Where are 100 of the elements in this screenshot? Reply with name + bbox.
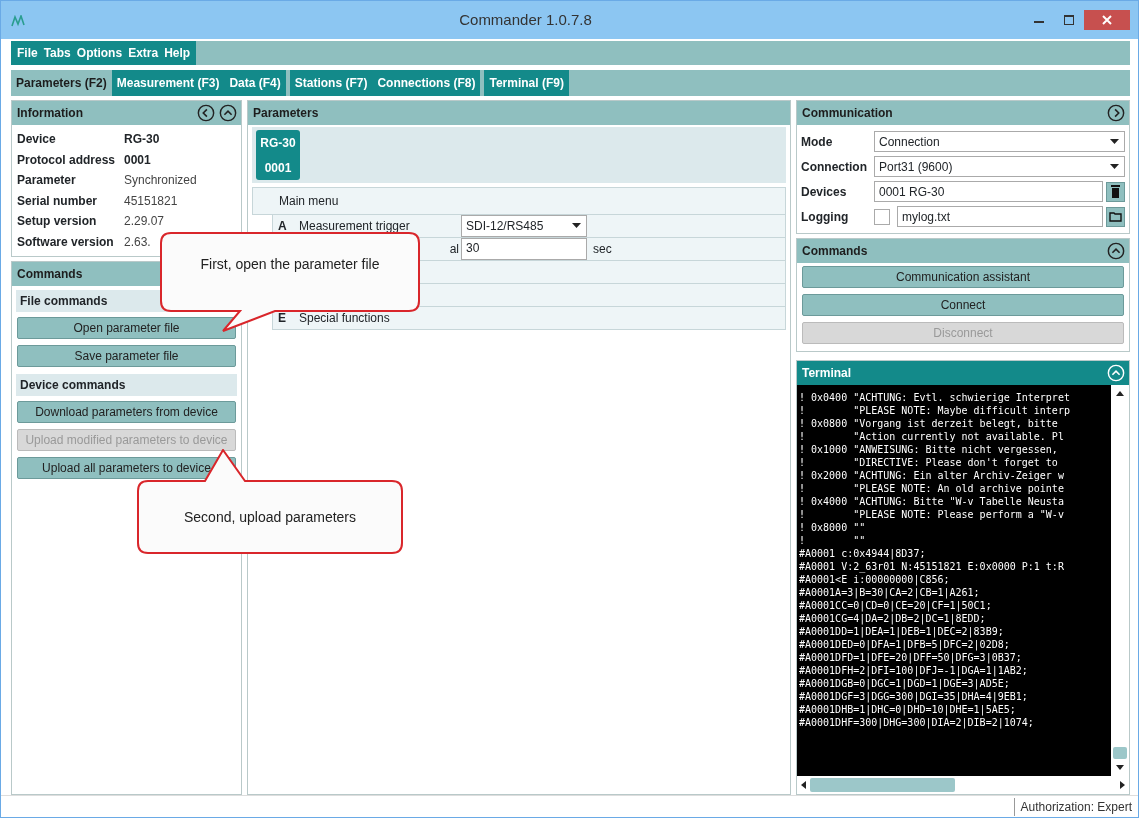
text-field[interactable]: mylog.txt [897, 206, 1103, 227]
menu-item[interactable]: Tabs [43, 44, 71, 62]
callout-text: First, open the parameter file [199, 255, 381, 274]
unit-label: sec [592, 241, 612, 258]
info-label: Parameter [17, 172, 77, 189]
tab[interactable]: Data (F4) [224, 70, 286, 96]
terminal-line: ! "PLEASE NOTE: An old archive pointe [799, 482, 1065, 495]
dropdown-field[interactable]: Port31 (9600) [874, 156, 1125, 177]
dropdown-arrow-icon[interactable] [1110, 138, 1119, 145]
terminal-line: ! 0x2000 "ACHTUNG: Ein alter Archiv-Zeiger w [799, 469, 1065, 482]
input-field[interactable]: 30 [461, 238, 587, 260]
terminal-line: ! 0x1000 "ANWEISUNG: Bitte nicht vergessen, [799, 443, 1059, 456]
terminal-line: #A0001 c:0x4944|8D37; [799, 547, 927, 560]
terminal-line: #A0001CC=0|CD=0|CE=20|CF=1|50C1; [799, 599, 993, 612]
scroll-left-arrow-icon[interactable] [801, 781, 806, 789]
command-button[interactable]: Save parameter file [17, 345, 236, 367]
panel-title: Commands [802, 243, 868, 260]
scrollbar-thumb[interactable] [1113, 747, 1127, 759]
command-button[interactable]: Connect [802, 294, 1124, 316]
checkbox[interactable] [874, 208, 890, 225]
info-label: Setup version [17, 213, 98, 230]
collapse-up-icon[interactable] [219, 104, 237, 122]
close-button[interactable] [1084, 10, 1130, 30]
delete-button[interactable] [1106, 181, 1125, 202]
info-label: Device [17, 131, 57, 148]
panel-title: Parameters [253, 105, 319, 122]
terminal-line: #A0001<E i:00000000|C856; [799, 573, 951, 586]
menu-item[interactable]: Help [164, 44, 191, 62]
command-button[interactable]: Communication assistant [802, 266, 1124, 288]
param-label: al [449, 242, 459, 256]
info-value: 2.29.07 [124, 213, 165, 230]
dropdown-value: Connection [879, 133, 940, 151]
menu-item[interactable]: Options [76, 44, 123, 62]
device-address: 0001 [264, 159, 292, 177]
tab[interactable]: Terminal (F9) [484, 70, 569, 96]
window-title: Commander 1.0.7.8 [458, 9, 593, 30]
select-value: SDI-12/RS485 [466, 218, 544, 235]
field-label: Devices [801, 183, 848, 201]
dropdown-value: Port31 (9600) [879, 158, 953, 176]
terminal-line: #A0001DFD=1|DFE=20|DFF=50|DFG=3|0B37; [799, 651, 1023, 664]
scroll-right-arrow-icon[interactable] [1120, 781, 1125, 789]
section-title: Device commands [16, 374, 237, 396]
param-key: E [278, 311, 286, 325]
param-label: Special functions [299, 311, 390, 325]
command-button[interactable]: Open parameter file [17, 317, 236, 339]
info-value: 2.63. [124, 233, 151, 251]
tab[interactable]: Measurement (F3) [111, 70, 225, 96]
menu-item[interactable]: Extra [128, 44, 159, 62]
terminal-line: ! "" [799, 534, 867, 547]
device-name: RG-30 [260, 134, 296, 152]
terminal-line: #A0001 V:2_63r01 N:45151821 E:0x0000 P:1 t:R [799, 560, 1065, 573]
terminal-line: ! "DIRECTIVE: Please don't forget to [799, 456, 1059, 469]
command-button[interactable]: Download parameters from device [17, 401, 236, 423]
panel-title: Information [17, 105, 83, 122]
dropdown-arrow-icon[interactable] [572, 223, 581, 229]
terminal-line: #A0001DED=0|DFA=1|DFB=5|DFC=2|02D8; [799, 638, 1011, 651]
info-value: RG-30 [124, 131, 160, 148]
scroll-up-arrow-icon[interactable] [1116, 391, 1124, 396]
terminal-line: #A0001DGF=3|DGG=300|DGI=35|DHA=4|9EB1; [799, 690, 1029, 703]
dropdown-arrow-icon[interactable] [1110, 163, 1119, 170]
terminal-line: ! 0x8000 "" [799, 521, 867, 534]
field-label: Connection [801, 158, 868, 176]
collapse-left-icon[interactable] [197, 104, 215, 122]
dropdown-field[interactable]: Connection [874, 131, 1125, 152]
terminal-line: #A0001DGB=0|DGC=1|DGD=1|DGE=3|AD5E; [799, 677, 1011, 690]
terminal-line: #A0001DFH=2|DFI=100|DFJ=-1|DGA=1|1AB2; [799, 664, 1029, 677]
callout-text: Second, upload parameters [183, 508, 357, 527]
tab[interactable]: Stations (F7) [289, 70, 373, 96]
menu-item[interactable]: File [17, 44, 38, 62]
app-logo-icon [11, 14, 27, 27]
field-label: Mode [801, 133, 834, 151]
param-key: A [278, 219, 287, 233]
folder-button[interactable] [1106, 206, 1125, 227]
info-label: Software version [17, 233, 115, 251]
close-icon [1102, 15, 1112, 25]
scroll-down-arrow-icon[interactable] [1116, 765, 1124, 770]
tab[interactable]: Connections (F8) [372, 70, 481, 96]
info-value: Synchronized [124, 172, 197, 189]
terminal-line: #A0001DHB=1|DHC=0|DHD=10|DHE=1|5AE5; [799, 703, 1017, 716]
info-label: Serial number [17, 192, 99, 210]
terminal-line: #A0001DD=1|DEA=1|DEB=1|DEC=2|83B9; [799, 625, 1005, 638]
select-field[interactable]: SDI-12/RS485 [461, 215, 587, 237]
panel-title: Communication [802, 105, 893, 122]
device-tile[interactable]: RG-30 0001 [256, 130, 300, 180]
terminal-line: #A0001DHF=300|DHG=300|DIA=2|DIB=2|1074; [799, 716, 1035, 729]
text-field[interactable]: 0001 RG-30 [874, 181, 1103, 202]
info-label: Protocol address [17, 151, 117, 169]
terminal-line: ! "Action currently not available. Pl [799, 430, 1065, 443]
status-text: Authorization: Expert [1013, 797, 1138, 816]
terminal-line: ! "PLEASE NOTE: Please perform a "W-v [799, 508, 1065, 521]
terminal-line: ! 0x0400 "ACHTUNG: Evtl. schwierige Interpret [799, 391, 1071, 404]
tab[interactable]: Parameters (F2) [11, 70, 112, 96]
menu-heading[interactable]: Main menu [252, 187, 786, 215]
collapse-up-icon[interactable] [1107, 242, 1125, 260]
panel-title: Commands [17, 266, 83, 283]
terminal-line: ! "PLEASE NOTE: Maybe difficult interp [799, 404, 1071, 417]
info-value: 0001 [124, 151, 151, 169]
field-label: Logging [801, 208, 850, 226]
expand-right-icon[interactable] [1107, 104, 1125, 122]
terminal-line: #A0001A=3|B=30|CA=2|CB=1|A261; [799, 586, 981, 599]
